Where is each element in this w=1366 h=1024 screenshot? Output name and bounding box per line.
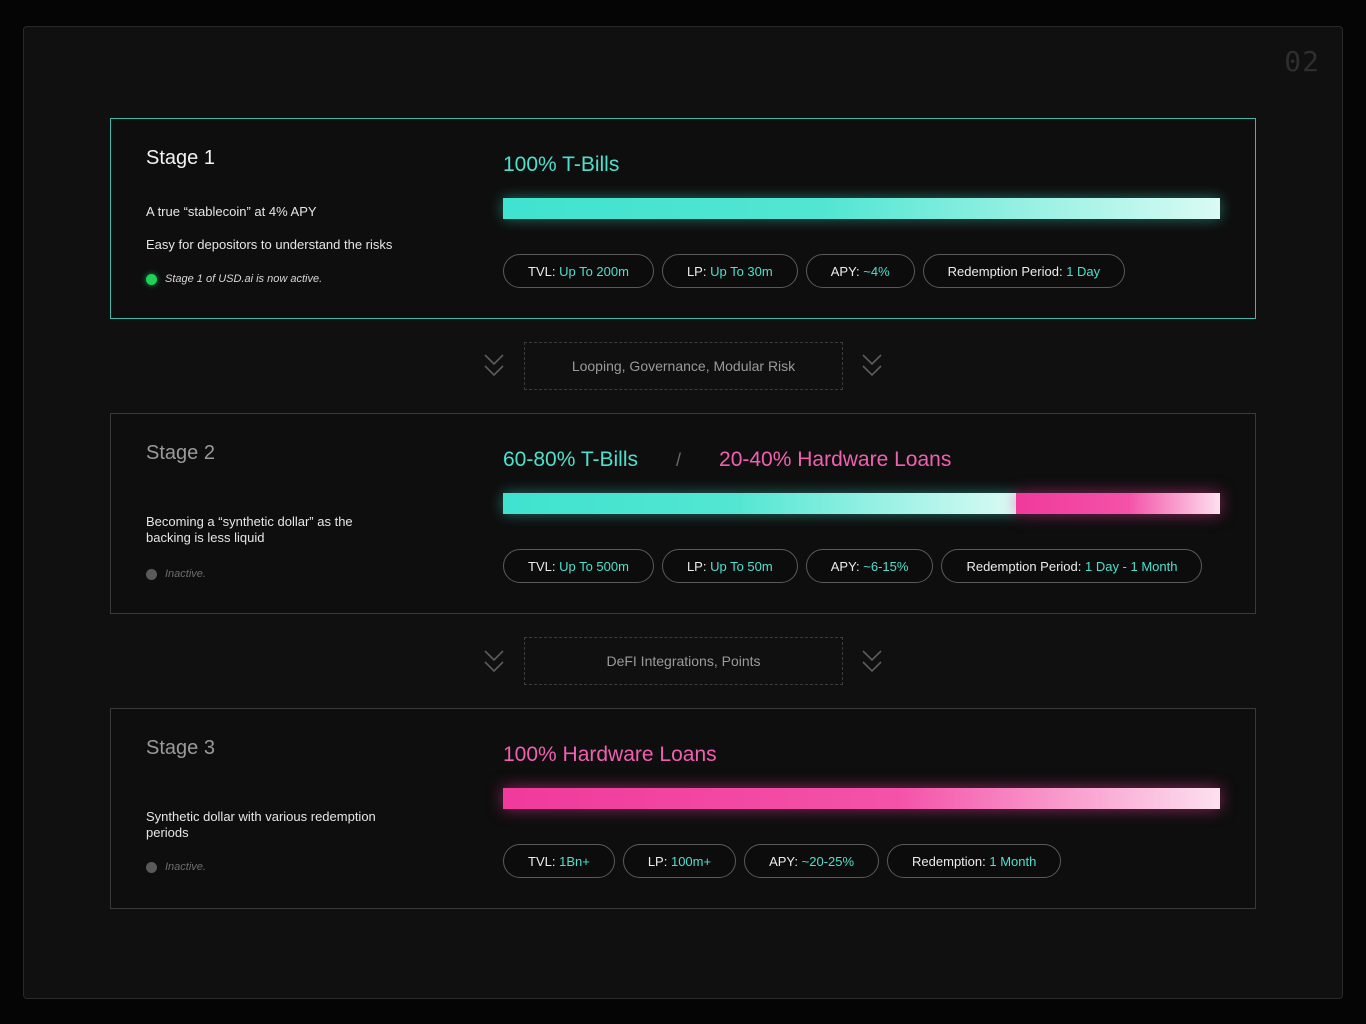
chevron-double-down-icon (861, 649, 883, 675)
stage-1-card: Stage 1 A true “stablecoin” at 4% APY Ea… (110, 118, 1256, 319)
metric-value: 1Bn+ (559, 853, 590, 869)
stage-description-line: Easy for depositors to understand the ri… (146, 237, 393, 252)
allocation-tbills: 100% T-Bills (503, 153, 620, 176)
status-text: Inactive. (165, 568, 206, 580)
metric-redemption: Redemption Period: 1 Day (922, 254, 1126, 288)
stage-description-line: A true “stablecoin” at 4% APY (146, 204, 317, 219)
stage-description: Becoming a “synthetic dollar” as the bac… (146, 514, 353, 545)
allocation-heading: 60-80% T-Bills / 20-40% Hardware Loans (503, 448, 951, 472)
metric-value: ~6-15% (863, 558, 909, 574)
slide-frame: 02 Stage 1 A true “stablecoin” at 4% APY… (23, 26, 1343, 999)
metric-lp: LP: Up To 50m (661, 549, 798, 583)
metric-lp: LP: 100m+ (622, 844, 737, 878)
transition-label: Looping, Governance, Modular Risk (571, 358, 796, 374)
transition-label-box: Looping, Governance, Modular Risk (524, 342, 843, 390)
metric-value: Up To 30m (710, 263, 773, 279)
allocation-bar-hardware (503, 788, 1220, 809)
allocation-bar-tbills (503, 198, 1220, 219)
metric-key: Redemption Period: (947, 263, 1063, 279)
stage-title: Stage 1 (146, 147, 215, 169)
allocation-heading: 100% T-Bills (503, 153, 619, 177)
metric-key: LP: (686, 558, 707, 574)
allocation-bar-hardware (1015, 493, 1220, 514)
metric-apy: APY: ~6-15% (805, 549, 934, 583)
status-indicator: Inactive. (146, 861, 206, 873)
chevron-double-down-icon (483, 353, 505, 379)
inactive-status-dot-icon (146, 568, 157, 580)
inactive-status-dot-icon (146, 861, 157, 873)
metric-tvl: TVL: Up To 200m (503, 254, 654, 288)
allocation-bar (503, 198, 1220, 219)
metric-apy: APY: ~4% (805, 254, 915, 288)
allocation-bar-tbills (503, 493, 1016, 514)
status-indicator: Stage 1 of USD.ai is now active. (146, 273, 322, 285)
metric-value: Up To 500m (559, 558, 629, 574)
status-text: Inactive. (165, 861, 206, 873)
metric-tvl: TVL: 1Bn+ (503, 844, 615, 878)
metric-key: LP: (647, 853, 668, 869)
metric-value: 1 Day - 1 Month (1084, 558, 1178, 574)
metric-key: TVL: (528, 558, 556, 574)
metric-redemption: Redemption: 1 Month (887, 844, 1062, 878)
metric-key: Redemption: (912, 853, 986, 869)
allocation-bar (503, 788, 1220, 809)
allocation-heading: 100% Hardware Loans (503, 743, 717, 767)
allocation-hardware-loans: 20-40% Hardware Loans (719, 448, 952, 471)
page-number: 02 (1284, 45, 1320, 78)
stage-description: Synthetic dollar with various redemption… (146, 809, 376, 840)
metric-key: TVL: (528, 263, 556, 279)
metrics-row: TVL: Up To 200m LP: Up To 30m APY: ~4% R… (503, 254, 1126, 288)
metric-key: APY: (830, 263, 860, 279)
status-text: Stage 1 of USD.ai is now active. (165, 273, 323, 285)
metric-key: Redemption Period: (966, 558, 1082, 574)
status-indicator: Inactive. (146, 568, 206, 580)
chevron-double-down-icon (861, 353, 883, 379)
allocation-tbills: 60-80% T-Bills (503, 448, 639, 471)
metric-key: TVL: (528, 853, 556, 869)
metric-value: Up To 50m (710, 558, 773, 574)
transition-label-box: DeFI Integrations, Points (524, 637, 843, 685)
chevron-double-down-icon (483, 649, 505, 675)
transition-label: DeFI Integrations, Points (606, 653, 761, 669)
metric-value: ~4% (863, 263, 890, 279)
metric-key: LP: (686, 263, 707, 279)
metric-key: APY: (769, 853, 799, 869)
metric-apy: APY: ~20-25% (744, 844, 880, 878)
metric-value: 1 Day (1066, 263, 1101, 279)
allocation-bar (503, 493, 1220, 514)
metric-redemption: Redemption Period: 1 Day - 1 Month (941, 549, 1203, 583)
metric-value: 100m+ (670, 853, 712, 869)
metric-value: ~20-25% (801, 853, 855, 869)
metrics-row: TVL: Up To 500m LP: Up To 50m APY: ~6-15… (503, 549, 1203, 583)
metric-value: 1 Month (989, 853, 1037, 869)
metrics-row: TVL: 1Bn+ LP: 100m+ APY: ~20-25% Redempt… (503, 844, 1062, 878)
metric-value: Up To 200m (559, 263, 629, 279)
active-status-dot-icon (146, 273, 157, 285)
allocation-separator: / (676, 450, 682, 470)
metric-tvl: TVL: Up To 500m (503, 549, 654, 583)
metric-key: APY: (830, 558, 860, 574)
stage-3-card: Stage 3 Synthetic dollar with various re… (110, 708, 1256, 909)
stage-2-card: Stage 2 Becoming a “synthetic dollar” as… (110, 413, 1256, 614)
stage-title: Stage 2 (146, 442, 215, 464)
metric-lp: LP: Up To 30m (661, 254, 798, 288)
allocation-hardware-loans: 100% Hardware Loans (503, 743, 717, 766)
stage-title: Stage 3 (146, 737, 215, 759)
